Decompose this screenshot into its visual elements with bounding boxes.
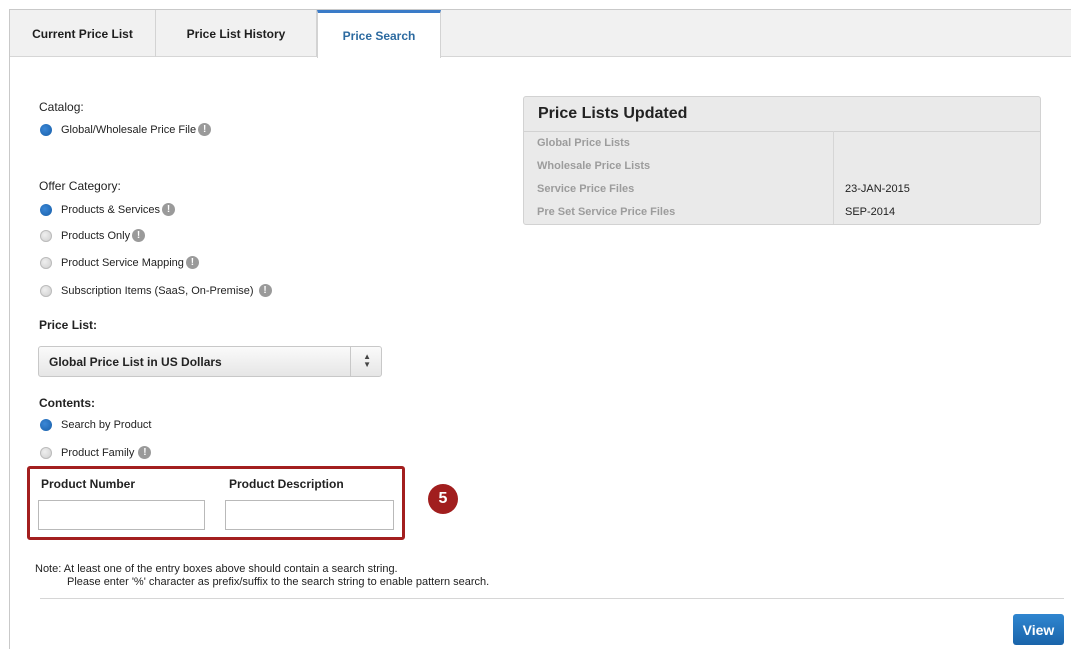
radio-label: Global/Wholesale Price File xyxy=(61,123,197,136)
tab-current-price-list[interactable]: Current Price List xyxy=(10,10,156,57)
select-divider xyxy=(350,347,351,376)
price-list-selected-value: Global Price List in US Dollars xyxy=(49,354,222,369)
info-icon[interactable]: ! xyxy=(185,256,199,269)
note-line-2: Please enter '%' character as prefix/suf… xyxy=(67,576,490,588)
radio-button-selected[interactable] xyxy=(40,203,52,216)
radio-products-only[interactable]: Products Only ! xyxy=(40,229,146,242)
tab-price-search[interactable]: Price Search xyxy=(317,10,441,58)
panel-row-key: Service Price Files xyxy=(537,183,635,195)
radio-subscription-items[interactable]: Subscription Items (SaaS, On-Premise) ! xyxy=(40,284,272,297)
price-lists-updated-panel: Price Lists Updated Global Price Lists W… xyxy=(523,96,1041,225)
panel-title: Price Lists Updated xyxy=(524,97,1040,132)
radio-label: Product Service Mapping xyxy=(61,256,184,269)
radio-button[interactable] xyxy=(40,229,52,242)
radio-button-selected[interactable] xyxy=(40,123,52,136)
panel-row-value: 23-JAN-2015 xyxy=(845,183,910,195)
offer-category-label: Offer Category: xyxy=(39,179,121,193)
radio-label: Product Family xyxy=(61,446,135,459)
tab-price-list-history[interactable]: Price List History xyxy=(156,10,317,57)
radio-product-family[interactable]: Product Family ! xyxy=(40,446,152,459)
product-description-input[interactable] xyxy=(225,500,394,530)
product-description-label: Product Description xyxy=(229,477,344,491)
radio-button[interactable] xyxy=(40,446,52,459)
info-icon[interactable]: ! xyxy=(198,123,212,136)
info-icon[interactable]: ! xyxy=(258,284,272,297)
info-icon[interactable]: ! xyxy=(138,446,152,459)
contents-label: Contents: xyxy=(39,396,95,410)
select-arrows-icon: ▲ ▼ xyxy=(363,352,371,369)
radio-products-services[interactable]: Products & Services ! xyxy=(40,203,176,216)
panel-row: Global Price Lists xyxy=(524,132,1040,155)
radio-button[interactable] xyxy=(40,256,52,269)
view-button[interactable]: View xyxy=(1013,614,1064,645)
catalog-label: Catalog: xyxy=(39,100,84,114)
product-number-label: Product Number xyxy=(41,477,136,491)
radio-search-by-product[interactable]: Search by Product xyxy=(40,419,152,431)
radio-global-wholesale[interactable]: Global/Wholesale Price File ! xyxy=(40,123,212,136)
divider xyxy=(40,598,1064,599)
price-list-select[interactable]: Global Price List in US Dollars ▲ ▼ xyxy=(38,346,382,377)
note-line-1: Note: At least one of the entry boxes ab… xyxy=(35,563,398,575)
tab-bar: Current Price List Price List History Pr… xyxy=(10,10,1071,58)
panel-row-key: Pre Set Service Price Files xyxy=(537,206,676,218)
radio-label: Subscription Items (SaaS, On-Premise) xyxy=(61,284,254,297)
radio-label: Products & Services xyxy=(61,203,161,216)
info-icon[interactable]: ! xyxy=(132,229,146,242)
info-icon[interactable]: ! xyxy=(162,203,176,216)
price-list-label: Price List: xyxy=(39,318,98,332)
radio-label: Products Only xyxy=(61,229,131,242)
step-number-badge: 5 xyxy=(428,484,458,514)
panel-row: Wholesale Price Lists xyxy=(524,155,1040,178)
radio-label: Search by Product xyxy=(61,419,152,431)
radio-button-selected[interactable] xyxy=(40,419,52,431)
panel-row: Service Price Files 23-JAN-2015 xyxy=(524,178,1040,201)
panel-row-key: Global Price Lists xyxy=(537,137,630,149)
radio-button[interactable] xyxy=(40,284,52,297)
panel-row-key: Wholesale Price Lists xyxy=(537,160,651,172)
radio-product-service-mapping[interactable]: Product Service Mapping ! xyxy=(40,256,199,269)
panel-row-value: SEP-2014 xyxy=(845,206,896,218)
panel-row: Pre Set Service Price Files SEP-2014 xyxy=(524,201,1040,224)
product-number-input[interactable] xyxy=(38,500,205,530)
